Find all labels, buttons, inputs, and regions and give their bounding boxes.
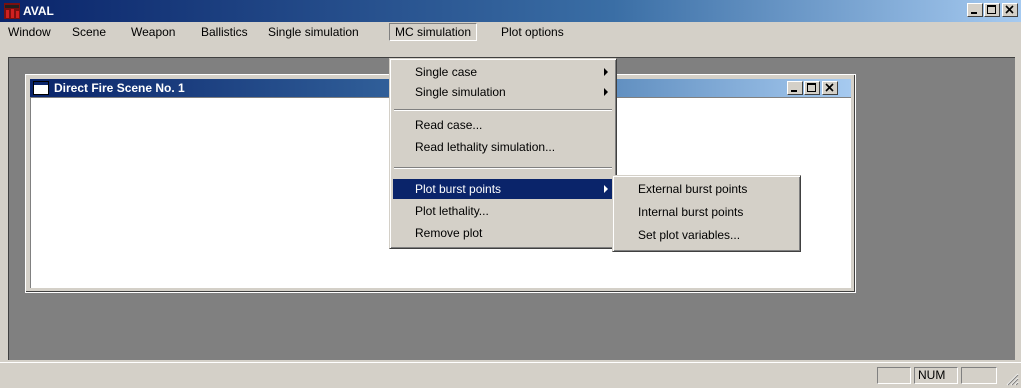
menu-separator [394, 109, 612, 111]
close-icon [825, 83, 834, 92]
menu-ballistics[interactable]: Ballistics [196, 24, 253, 40]
menu-item-label: External burst points [638, 182, 748, 196]
window-icon [33, 81, 49, 95]
child-close-button[interactable] [822, 81, 838, 95]
title-bar[interactable]: AVAL [0, 0, 1021, 22]
menu-item-plot-lethality[interactable]: Plot lethality... [393, 201, 615, 221]
window-title: AVAL [23, 4, 54, 18]
menu-item-read-case[interactable]: Read case... [393, 115, 615, 135]
submenu-arrow-icon [604, 88, 608, 96]
status-panel-empty [877, 367, 911, 384]
minimize-icon [971, 12, 977, 14]
menu-bar: Window Scene Weapon Ballistics Single si… [0, 22, 1021, 42]
maximize-button[interactable] [984, 3, 1000, 17]
menu-item-internal-burst-points[interactable]: Internal burst points [616, 202, 799, 222]
child-minimize-button[interactable] [787, 81, 803, 95]
status-bar: NUM [0, 362, 1021, 388]
menu-item-single-case[interactable]: Single case [393, 62, 615, 82]
mc-simulation-menu: Single case Single simulation Read case.… [389, 58, 617, 249]
submenu-arrow-icon [604, 68, 608, 76]
menu-item-label: Remove plot [415, 226, 483, 240]
minimize-button[interactable] [967, 3, 983, 17]
resize-grip-icon[interactable] [1005, 372, 1019, 386]
status-panel-empty [961, 367, 997, 384]
menu-item-label: Plot burst points [415, 182, 502, 196]
menu-single-simulation[interactable]: Single simulation [263, 24, 364, 40]
app-window: AVAL Window Scene Weapon Ballistics Sing… [0, 0, 1021, 388]
minimize-icon [791, 90, 797, 92]
maximize-icon [987, 5, 996, 14]
menu-plot-options[interactable]: Plot options [496, 24, 569, 40]
child-window-title: Direct Fire Scene No. 1 [54, 81, 185, 95]
menu-item-label: Plot lethality... [415, 204, 489, 218]
menu-item-read-lethality-simulation[interactable]: Read lethality simulation... [393, 137, 615, 157]
menu-item-external-burst-points[interactable]: External burst points [616, 179, 799, 199]
menu-item-set-plot-variables[interactable]: Set plot variables... [616, 225, 799, 245]
menu-separator [394, 167, 612, 169]
app-logo-icon [4, 3, 20, 19]
menu-item-single-simulation[interactable]: Single simulation [393, 82, 615, 102]
menu-item-plot-burst-points[interactable]: Plot burst points [393, 179, 615, 199]
menu-mc-simulation[interactable]: MC simulation [389, 23, 478, 41]
menu-window[interactable]: Window [3, 24, 56, 40]
submenu-arrow-icon [604, 185, 608, 193]
status-panel-num: NUM [914, 367, 958, 384]
burst-points-submenu: External burst points Internal burst poi… [612, 175, 801, 252]
menu-scene[interactable]: Scene [67, 24, 111, 40]
menu-item-label: Set plot variables... [638, 228, 741, 242]
maximize-icon [807, 83, 816, 92]
close-button[interactable] [1002, 3, 1018, 17]
menu-item-label: Read lethality simulation... [415, 140, 556, 154]
menu-item-remove-plot[interactable]: Remove plot [393, 223, 615, 243]
child-maximize-button[interactable] [804, 81, 820, 95]
menu-weapon[interactable]: Weapon [126, 24, 180, 40]
menu-item-label: Internal burst points [638, 205, 744, 219]
close-icon [1005, 5, 1014, 14]
menu-item-label: Single simulation [415, 85, 506, 99]
menu-item-label: Single case [415, 65, 478, 79]
menu-item-label: Read case... [415, 118, 483, 132]
